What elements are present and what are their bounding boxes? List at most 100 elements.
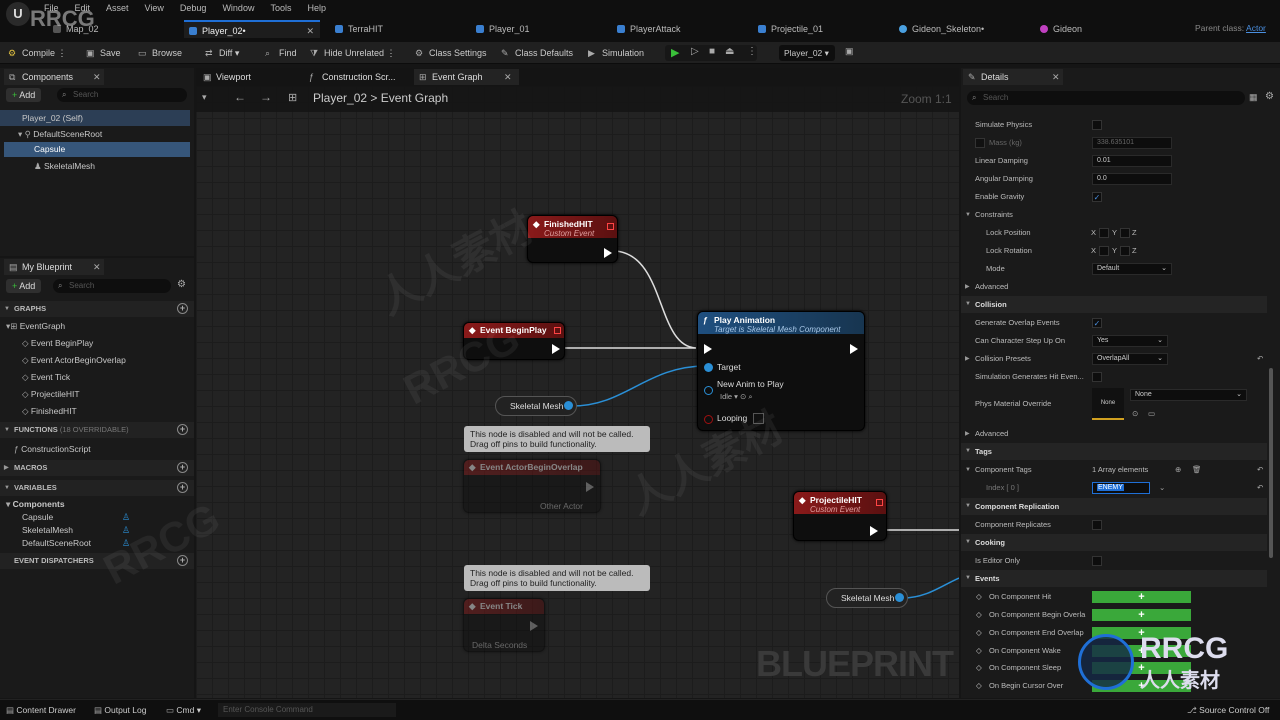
class-settings-button[interactable]: ⚙ Class Settings xyxy=(415,46,487,60)
compile-button[interactable]: ⚙ Compile ⋮ xyxy=(8,46,67,60)
event-graph-canvas[interactable]: ▾ ← → ⊞ Player_02 > Event Graph Zoom 1:1… xyxy=(196,86,959,698)
functions-section-header[interactable]: ▼ FUNCTIONS (18 OVERRIDABLE) + xyxy=(0,422,194,438)
enable-gravity-checkbox[interactable]: ✓ xyxy=(1092,192,1102,202)
close-icon[interactable]: ✕ xyxy=(1052,69,1060,85)
parent-class-link[interactable]: Actor xyxy=(1246,23,1266,33)
linear-damping-field[interactable]: 0.01 xyxy=(1092,155,1172,167)
lock-position-y[interactable] xyxy=(1120,228,1130,238)
find-button[interactable]: ⌕ Find xyxy=(265,46,297,60)
anim-asset-select[interactable]: Idle ▾ ⊙ ⌕ xyxy=(720,392,753,402)
row-constraints[interactable]: ▼ Constraints xyxy=(961,206,1267,224)
target-pin[interactable] xyxy=(704,363,713,372)
tag-value-input[interactable]: ENEMY xyxy=(1092,482,1150,494)
object-out-pin[interactable] xyxy=(895,593,904,602)
row-collision-presets[interactable]: ▶ Collision Presets OverlapAll ⌄ ↶ xyxy=(961,350,1267,368)
node-finishedhit[interactable]: ◆ FinishedHIT Custom Event xyxy=(527,215,618,263)
doc-tab-terrahit[interactable]: TerraHIT xyxy=(330,20,460,38)
menu-debug[interactable]: Debug xyxy=(180,3,207,13)
event-dispatchers-section-header[interactable]: EVENT DISPATCHERS + xyxy=(0,553,194,569)
add-event-button[interactable]: + xyxy=(1092,609,1191,621)
output-log-button[interactable]: ▤ Output Log xyxy=(94,705,146,716)
simulate-physics-checkbox[interactable] xyxy=(1092,120,1102,130)
doc-tab-player-01[interactable]: Player_01 xyxy=(471,20,601,38)
doc-tab-gideon-skeleton[interactable]: Gideon_Skeleton• xyxy=(894,20,1024,38)
mass-override-checkbox[interactable] xyxy=(975,138,985,148)
component-defaultsceneroot[interactable]: ▾ ⚲ DefaultSceneRoot xyxy=(18,127,102,141)
event-beginplay-item[interactable]: ◇ Event BeginPlay xyxy=(22,338,93,349)
variable-capsule[interactable]: Capsule xyxy=(22,512,53,522)
components-tab[interactable]: ⧉ Components ✕ xyxy=(4,69,104,85)
add-component-button[interactable]: + Add xyxy=(6,88,42,102)
event-projectilehit-item[interactable]: ◇ ProjectileHIT xyxy=(22,389,80,400)
node-projectilehit[interactable]: ◆ ProjectileHIT Custom Event xyxy=(793,491,887,541)
content-drawer-button[interactable]: ▤ Content Drawer xyxy=(6,705,76,716)
close-icon[interactable]: ✕ xyxy=(93,69,101,85)
hide-unrelated-button[interactable]: ⧩ Hide Unrelated ⋮ xyxy=(310,46,396,60)
add-element-icon[interactable]: ⊕ xyxy=(1175,461,1181,479)
details-search-input[interactable]: ⌕ Search xyxy=(967,91,1245,105)
eject-icon[interactable]: ⏏ xyxy=(725,46,734,57)
macros-section-header[interactable]: ▶ MACROS + xyxy=(0,460,194,476)
node-play-animation[interactable]: ƒ Play Animation Target is Skeletal Mesh C… xyxy=(697,311,865,431)
editor-only-checkbox[interactable] xyxy=(1092,556,1102,566)
add-dispatcher-icon[interactable]: + xyxy=(177,555,188,566)
add-graph-icon[interactable]: + xyxy=(177,303,188,314)
console-command-input[interactable]: Enter Console Command xyxy=(218,703,396,717)
doc-tab-gideon[interactable]: Gideon xyxy=(1035,20,1165,38)
step-icon[interactable]: ▷ xyxy=(691,46,699,57)
add-blueprint-item-button[interactable]: + Add xyxy=(6,279,42,293)
node-skeletal-mesh-var[interactable]: Skeletal Mesh xyxy=(826,588,908,608)
tab-event-graph[interactable]: ⊞ Event Graph ✕ xyxy=(414,69,519,85)
trash-icon[interactable]: 🗑 xyxy=(1192,461,1202,479)
reset-icon[interactable]: ↶ xyxy=(1257,350,1263,368)
event-actorbeginoverlap-item[interactable]: ◇ Event ActorBeginOverlap xyxy=(22,355,126,366)
anim-pin[interactable] xyxy=(704,386,713,395)
variable-defaultsceneroot[interactable]: DefaultSceneRoot xyxy=(22,538,91,548)
node-event-actorbeginoverlap[interactable]: ◆ Event ActorBeginOverlap Other Actor xyxy=(463,459,601,513)
lock-position-x[interactable] xyxy=(1099,228,1109,238)
section-tags[interactable]: ▼ Tags xyxy=(961,443,1267,460)
use-selected-icon[interactable]: ⊙ xyxy=(1132,405,1138,423)
table-view-icon[interactable]: ▦ xyxy=(1249,92,1258,103)
variables-section-header[interactable]: ▼ VARIABLES + xyxy=(0,480,194,496)
function-constructionscript[interactable]: ƒ ConstructionScript xyxy=(14,444,91,454)
delegate-pin[interactable] xyxy=(554,327,561,334)
exec-out-pin[interactable] xyxy=(604,248,612,258)
tab-construction-script[interactable]: ƒ Construction Scr... xyxy=(304,69,409,85)
can-step-up-select[interactable]: Yes ⌄ xyxy=(1092,335,1168,347)
menu-window[interactable]: Window xyxy=(222,3,254,13)
save-button[interactable]: ▣ Save xyxy=(86,46,121,60)
section-component-replication[interactable]: ▼ Component Replication xyxy=(961,498,1267,515)
object-out-pin[interactable] xyxy=(564,401,573,410)
add-event-button[interactable]: + xyxy=(1092,591,1191,603)
replicates-checkbox[interactable] xyxy=(1092,520,1102,530)
material-thumbnail[interactable]: None xyxy=(1092,388,1124,420)
lock-rotation-x[interactable] xyxy=(1099,246,1109,256)
details-scrollbar[interactable] xyxy=(1269,368,1273,558)
node-event-tick[interactable]: ◆ Event Tick Delta Seconds xyxy=(463,598,545,652)
simulation-button[interactable]: ▶ Simulation xyxy=(588,46,644,60)
chevron-down-icon[interactable]: ⌄ xyxy=(1159,479,1165,497)
phys-material-select[interactable]: None ⌄ xyxy=(1130,389,1247,401)
menu-tools[interactable]: Tools xyxy=(270,3,291,13)
menu-help[interactable]: Help xyxy=(307,3,326,13)
component-self[interactable]: Player_02 (Self) xyxy=(0,110,190,126)
looping-pin[interactable] xyxy=(704,415,713,424)
exec-out-pin[interactable] xyxy=(850,344,858,354)
doc-tab-playerattack[interactable]: PlayerAttack xyxy=(612,20,742,38)
exec-out-pin[interactable] xyxy=(586,482,594,492)
blueprint-search-input[interactable]: ⌕ Search xyxy=(53,279,171,293)
section-cooking[interactable]: ▼ Cooking xyxy=(961,534,1267,551)
play-icon[interactable]: ▶ xyxy=(671,46,679,59)
reset-icon[interactable]: ↶ xyxy=(1257,461,1263,479)
menu-view[interactable]: View xyxy=(145,3,164,13)
exec-out-pin[interactable] xyxy=(530,621,538,631)
browse-icon[interactable]: ▭ xyxy=(1148,405,1155,423)
row-component-tags[interactable]: ▼ Component Tags 1 Array elements ⊕ 🗑 ↶ xyxy=(961,461,1267,479)
lock-rotation-y[interactable] xyxy=(1120,246,1130,256)
debug-object-select[interactable]: Player_02 ▾ xyxy=(779,45,835,61)
close-icon[interactable]: ✕ xyxy=(93,259,101,275)
looping-checkbox[interactable] xyxy=(753,413,764,424)
variables-components-group[interactable]: ▾ Components xyxy=(6,499,65,510)
delegate-pin[interactable] xyxy=(876,499,883,506)
